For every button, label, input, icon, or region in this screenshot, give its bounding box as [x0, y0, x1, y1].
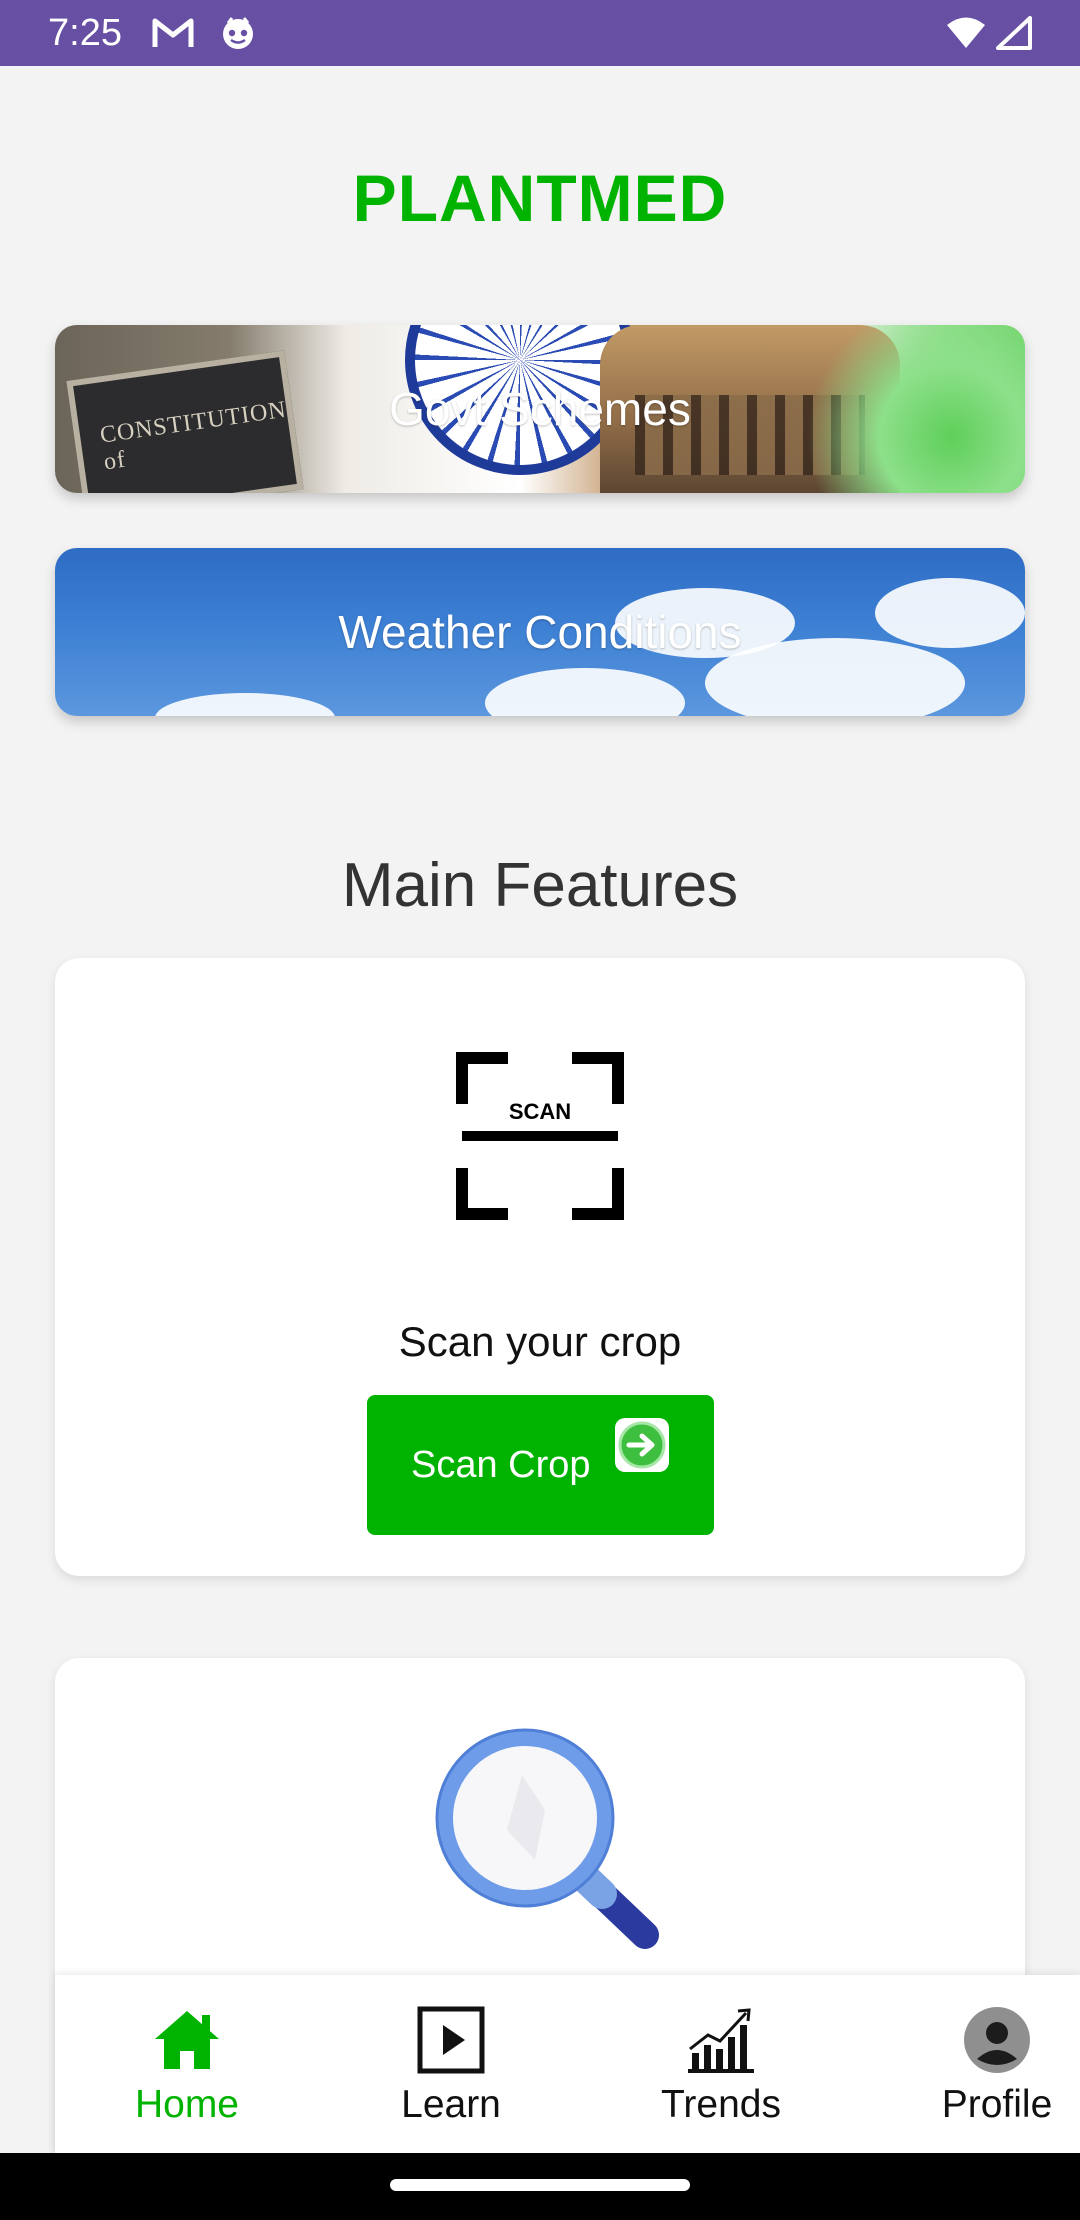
play-icon	[417, 2006, 485, 2074]
scan-icon-text: SCAN	[509, 1099, 571, 1124]
app-title: PLANTMED	[352, 161, 728, 235]
status-icons-right	[946, 16, 1032, 50]
nav-label-learn: Learn	[401, 2083, 501, 2126]
gesture-handle[interactable]	[390, 2179, 690, 2191]
weather-conditions-banner[interactable]: Weather Conditions	[55, 548, 1025, 716]
trend-chart-icon	[688, 2008, 754, 2073]
magnifier-icon	[435, 1728, 659, 1949]
nav-item-trends[interactable]: Trends	[611, 1975, 831, 2153]
system-gesture-bar	[0, 2153, 1080, 2220]
cellular-signal-icon	[996, 16, 1032, 50]
scan-frame-icon: SCAN	[456, 1052, 624, 1220]
scan-description: Scan your crop	[398, 1318, 682, 1365]
cloud-image	[155, 693, 335, 716]
status-time: 7:25	[48, 11, 122, 54]
nav-label-home: Home	[134, 2083, 240, 2126]
govt-schemes-label: Govt Schemes	[389, 383, 691, 435]
nav-item-home[interactable]: Home	[77, 1975, 297, 2153]
arrow-right-circle-icon	[615, 1418, 669, 1472]
constitution-plaque-image: CONSTITUTION of	[66, 350, 304, 493]
scan-crop-button-label: Scan Crop	[411, 1443, 591, 1486]
wifi-icon	[946, 16, 986, 50]
weather-conditions-label: Weather Conditions	[338, 606, 742, 658]
bottom-navigation: Home Learn Trends Profile	[55, 1975, 1080, 2153]
nav-label-profile: Profile	[941, 2083, 1053, 2126]
status-icons-left	[152, 15, 256, 51]
profile-avatar-icon	[964, 2007, 1030, 2073]
notification-bot-icon	[220, 15, 256, 51]
scan-feature-card: SCAN Scan your crop Scan Crop	[55, 958, 1025, 1576]
cloud-image	[705, 638, 965, 716]
govt-schemes-banner[interactable]: CONSTITUTION of Govt Schemes	[55, 325, 1025, 493]
scan-crop-button[interactable]: Scan Crop	[367, 1395, 714, 1535]
nav-item-profile[interactable]: Profile	[887, 1975, 1080, 2153]
green-smoke-image	[795, 325, 1025, 493]
cloud-image	[875, 578, 1025, 648]
status-bar: 7:25	[0, 0, 1080, 66]
nav-label-trends: Trends	[661, 2083, 781, 2126]
nav-item-learn[interactable]: Learn	[341, 1975, 561, 2153]
home-icon	[155, 2011, 219, 2069]
constitution-plaque-text: CONSTITUTION of	[98, 396, 289, 476]
gmail-icon	[152, 16, 194, 50]
cloud-image	[485, 668, 685, 716]
main-features-heading: Main Features	[341, 851, 739, 920]
